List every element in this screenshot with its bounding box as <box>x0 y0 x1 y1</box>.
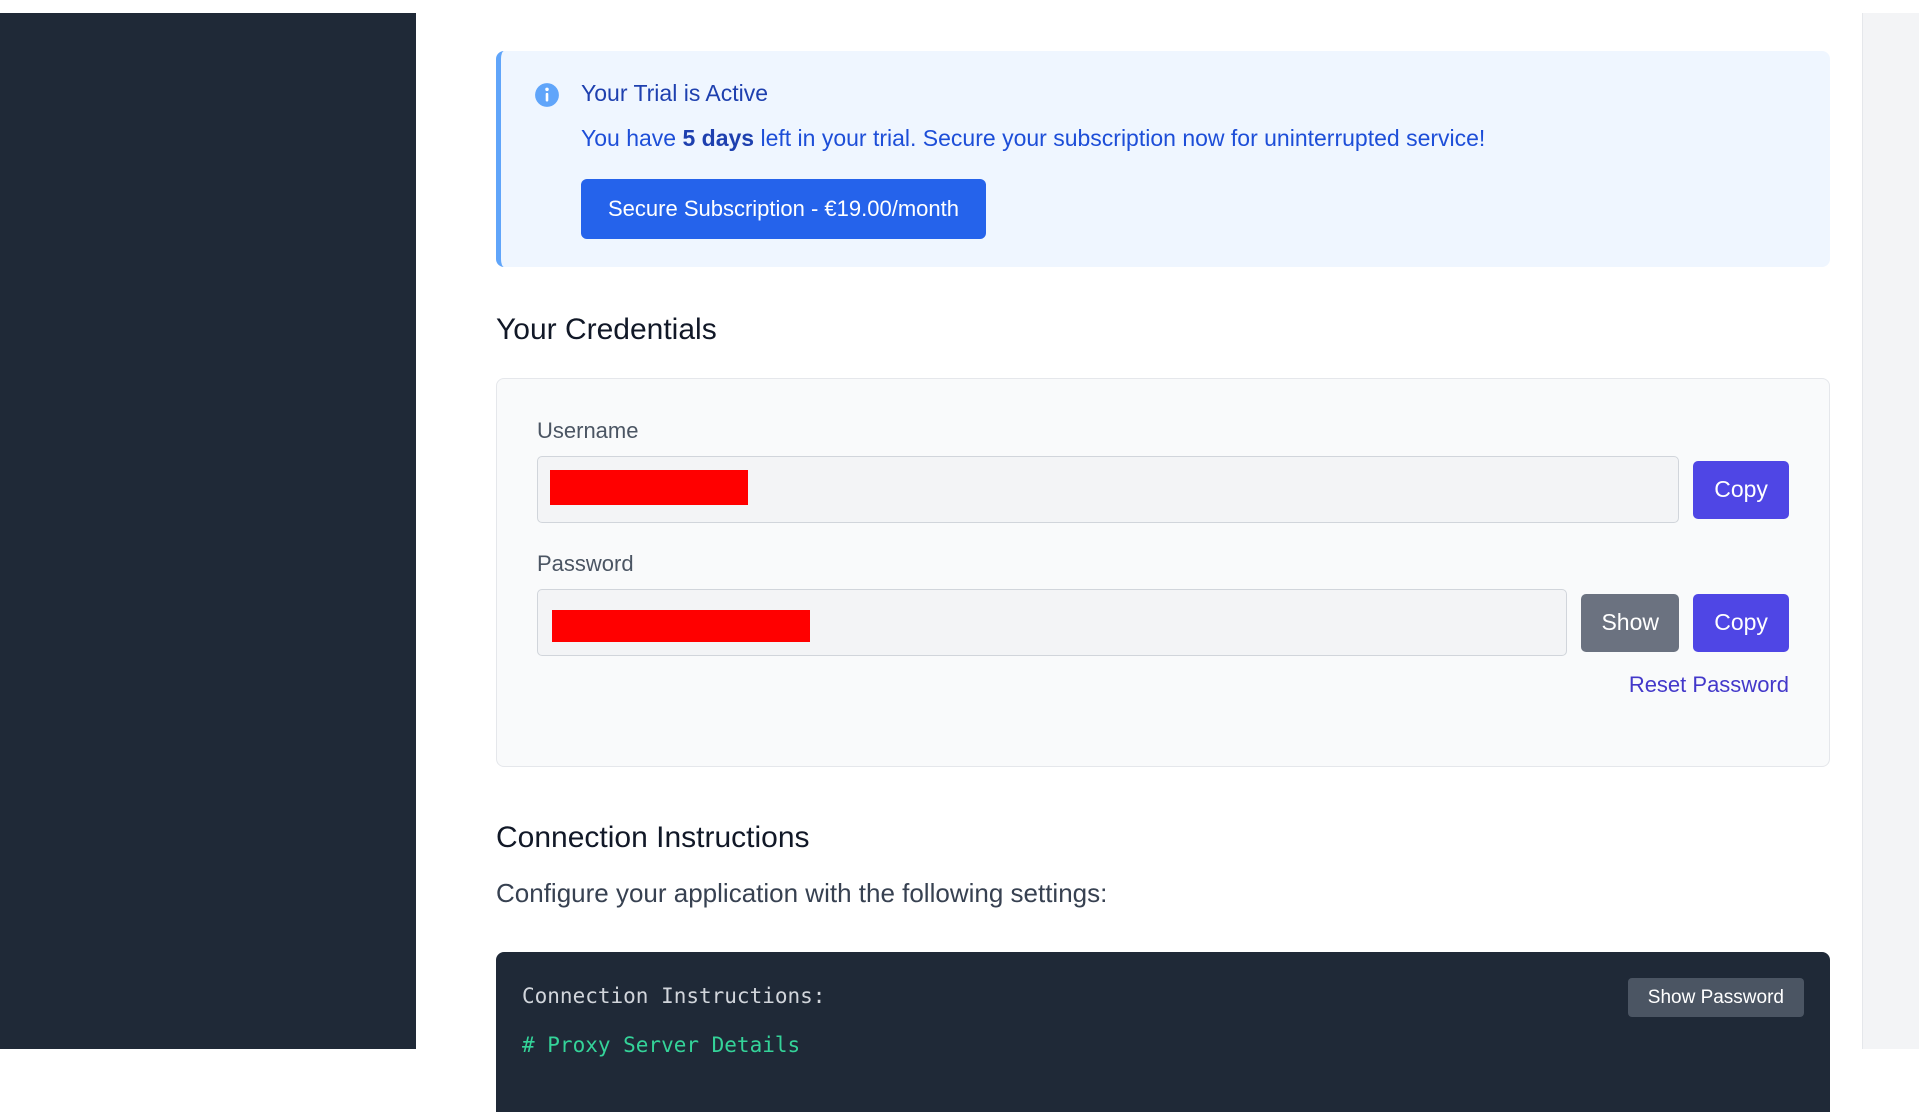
connection-title: Connection Instructions <box>496 821 810 854</box>
credentials-card: Username Copy Password Show Copy Reset P… <box>496 378 1830 767</box>
trial-title: Your Trial is Active <box>581 80 769 106</box>
username-label: Username <box>537 418 639 443</box>
username-field[interactable] <box>537 456 1680 523</box>
copy-password-button[interactable]: Copy <box>1693 593 1789 652</box>
right-gutter <box>1862 13 1919 1049</box>
copy-username-button[interactable]: Copy <box>1693 460 1789 519</box>
trial-days-remaining: 5 days <box>682 125 755 151</box>
secure-subscription-button[interactable]: Secure Subscription - €19.00/month <box>581 179 986 239</box>
main-content: Your Trial is Active You have 5 days lef… <box>416 0 1862 1112</box>
trial-banner: Your Trial is Active You have 5 days lef… <box>496 51 1830 267</box>
trial-text-suffix: left in your trial. Secure your subscrip… <box>754 125 1486 151</box>
trial-text-prefix: You have <box>581 125 683 151</box>
content-column: Your Trial is Active You have 5 days lef… <box>496 51 1830 1112</box>
info-icon <box>535 83 559 107</box>
credentials-title: Your Credentials <box>496 313 717 346</box>
trial-message: You have 5 days left in your trial. Secu… <box>581 122 1800 154</box>
password-field[interactable] <box>537 589 1568 656</box>
password-label: Password <box>537 551 634 576</box>
password-redaction <box>552 610 810 642</box>
code-comment-line: # Proxy Server Details <box>522 1033 801 1057</box>
code-show-password-button[interactable]: Show Password <box>1627 978 1804 1017</box>
username-redaction <box>550 470 748 505</box>
connection-code-block: Connection Instructions: # Proxy Server … <box>496 952 1830 1112</box>
password-row: Show Copy <box>537 589 1789 656</box>
connection-description: Configure your application with the foll… <box>496 878 1108 908</box>
reset-password-link[interactable]: Reset Password <box>1629 671 1789 699</box>
show-password-button[interactable]: Show <box>1581 593 1680 652</box>
code-heading: Connection Instructions: <box>522 984 826 1008</box>
username-row: Copy <box>537 456 1789 523</box>
sidebar <box>0 13 416 1049</box>
